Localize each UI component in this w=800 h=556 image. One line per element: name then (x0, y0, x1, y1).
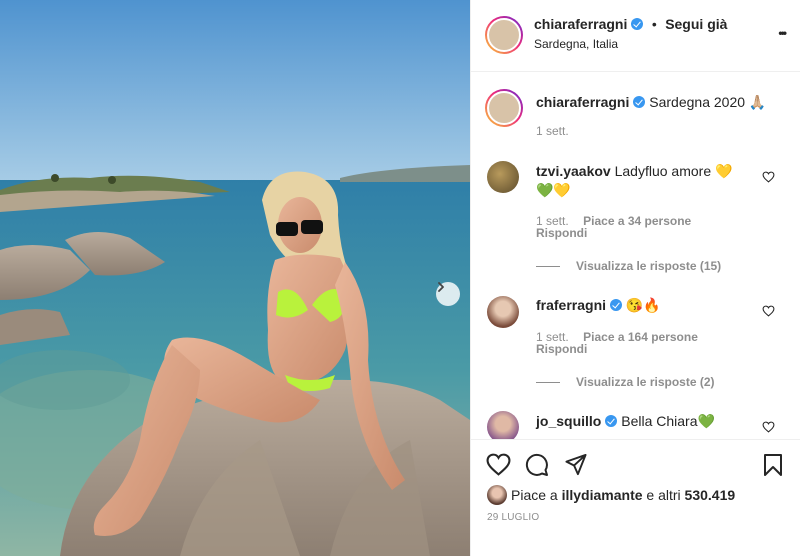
comment-username[interactable]: tzvi.yaakov (536, 163, 611, 179)
author-username[interactable]: chiaraferragni (534, 16, 627, 32)
reply-button[interactable]: Rispondi (536, 226, 587, 240)
share-paper-plane-icon[interactable] (564, 453, 588, 476)
like-heart-icon[interactable] (486, 453, 511, 476)
verified-badge-icon (633, 96, 646, 108)
comment-item: tzvi.yaakov Ladyfluo amore 💛 💚💛 (536, 162, 756, 200)
comment-text: Ladyfluo amore 💛 (614, 163, 733, 179)
chevron-right-icon (438, 282, 444, 292)
liker-avatar[interactable] (487, 485, 507, 505)
comment-text: 😘🔥 (625, 297, 661, 313)
verified-badge-icon (605, 415, 618, 427)
post-date[interactable]: 29 LUGLIO (487, 512, 539, 523)
comment-likes[interactable]: Piace a 164 persone (583, 330, 698, 344)
separator-dot: • (651, 16, 657, 32)
post-photo[interactable] (0, 0, 470, 556)
caption: chiaraferragni Sardegna 2020 🙏🏼 (536, 93, 766, 112)
comment-username[interactable]: jo_squillo (536, 413, 601, 429)
post-location[interactable]: Sardegna, Italia (534, 37, 618, 51)
view-replies-button[interactable]: Visualizza le risposte (15) (536, 259, 721, 273)
post-dialog: chiaraferragni • Segui già Sardegna, Ita… (0, 0, 800, 556)
view-replies-button[interactable]: Visualizza le risposte (2) (536, 375, 715, 389)
caption-text: Sardegna 2020 🙏🏼 (649, 94, 767, 110)
next-photo-button[interactable] (436, 282, 460, 306)
comment-bubble-icon[interactable] (525, 453, 549, 477)
author-avatar[interactable] (485, 16, 523, 54)
comment-username[interactable]: fraferragni (536, 297, 606, 313)
like-comment-heart-icon[interactable] (762, 305, 775, 317)
post-sidebar: chiaraferragni • Segui già Sardegna, Ita… (470, 0, 800, 556)
more-options-icon[interactable]: ••• (778, 26, 786, 40)
likes-suffix: e altri (646, 487, 681, 503)
post-actions: Piace a illydiamante e altri 530.419 29 … (471, 439, 800, 556)
liker-username[interactable]: illydiamante (562, 487, 643, 503)
reply-button[interactable]: Rispondi (536, 342, 587, 356)
commenter-avatar[interactable] (487, 161, 519, 193)
likes-summary: Piace a illydiamante e altri 530.419 (511, 487, 735, 503)
save-bookmark-icon[interactable] (763, 453, 783, 477)
comment-item: jo_squillo Bella Chiara💚 (536, 412, 715, 431)
like-comment-heart-icon[interactable] (762, 421, 775, 433)
like-comment-heart-icon[interactable] (762, 171, 775, 183)
caption-time[interactable]: 1 sett. (536, 124, 569, 138)
caption-avatar[interactable] (485, 89, 523, 127)
likes-prefix: Piace a (511, 487, 558, 503)
post-header: chiaraferragni • Segui già Sardegna, Ita… (471, 0, 800, 72)
verified-badge-icon (631, 18, 644, 30)
commenter-avatar[interactable] (487, 411, 519, 439)
comments-list: chiaraferragni Sardegna 2020 🙏🏼 1 sett. … (471, 73, 800, 439)
commenter-avatar[interactable] (487, 296, 519, 328)
comment-text: Bella Chiara💚 (621, 413, 715, 429)
likes-count[interactable]: 530.419 (685, 487, 736, 503)
beach-photo-image (0, 0, 470, 556)
follow-status-button[interactable]: Segui già (665, 16, 727, 32)
verified-badge-icon (610, 299, 623, 311)
caption-username[interactable]: chiaraferragni (536, 94, 629, 110)
comment-item: fraferragni 😘🔥 (536, 296, 661, 315)
comment-likes[interactable]: Piace a 34 persone (583, 214, 691, 228)
comment-text-line2: 💚💛 (536, 182, 571, 198)
